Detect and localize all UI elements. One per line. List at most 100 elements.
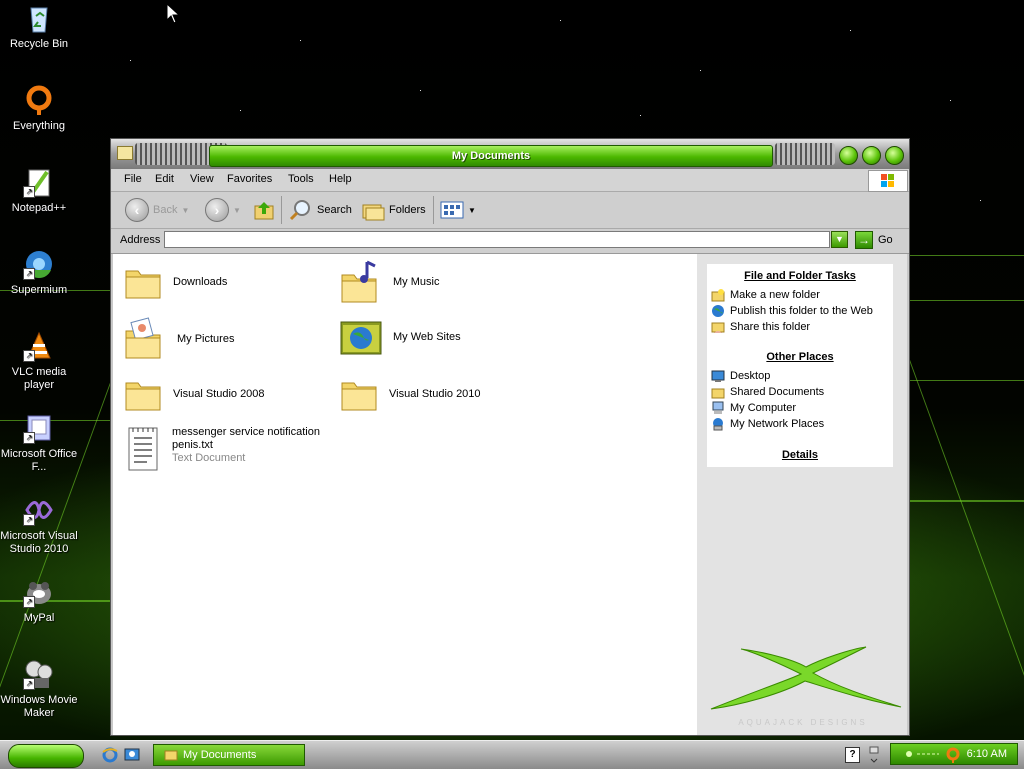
go-arrow-icon[interactable]: → (855, 231, 873, 249)
task-make-new-folder[interactable]: Make a new folder (711, 288, 820, 302)
menu-view[interactable]: View (190, 173, 214, 185)
item-name: My Web Sites (393, 330, 461, 343)
maximize-button[interactable] (862, 146, 881, 165)
item-name: Visual Studio 2010 (389, 387, 481, 400)
folder-icon (117, 146, 133, 160)
details-heading[interactable]: Details (707, 449, 893, 461)
folders-label: Folders (389, 204, 426, 216)
folder-icon (341, 382, 377, 411)
show-desktop-icon[interactable] (124, 747, 140, 763)
folder-icon (125, 270, 161, 299)
address-bar: Address ▼ → Go (111, 229, 909, 254)
desktop-icon-label: Everything (13, 120, 65, 132)
close-button[interactable] (885, 146, 904, 165)
address-input[interactable] (164, 231, 830, 248)
folder-icon (164, 750, 178, 761)
desktop-icon-label: Microsoft Office F... (0, 448, 78, 473)
shortcut-arrow-icon: ↗ (23, 678, 35, 690)
list-item[interactable]: Visual Studio 2010 (339, 374, 481, 414)
place-my-computer[interactable]: My Computer (711, 401, 796, 415)
place-label: Shared Documents (730, 386, 825, 398)
visual-studio-icon: ↗ (23, 494, 55, 526)
desktop-icon-label: Supermium (10, 284, 68, 296)
shortcut-arrow-icon: ↗ (23, 268, 35, 280)
menu-help[interactable]: Help (329, 173, 352, 185)
menu-file[interactable]: File (124, 173, 142, 185)
desktop-icon-visual-studio[interactable]: ↗ Microsoft Visual Studio 2010 (0, 494, 78, 556)
menu-bar: File Edit View Favorites Tools Help (111, 169, 909, 192)
menu-favorites[interactable]: Favorites (227, 173, 272, 185)
place-desktop[interactable]: Desktop (711, 369, 770, 383)
forward-arrow-icon: › (205, 198, 229, 222)
tray-icons[interactable] (903, 748, 943, 760)
everything-tray-icon[interactable] (945, 747, 961, 763)
desktop-icon-office[interactable]: ↗ Microsoft Office F... (0, 412, 78, 474)
notepadpp-icon: ↗ (23, 166, 55, 198)
star (130, 60, 131, 61)
clock[interactable]: 6:10 AM (967, 748, 1007, 760)
search-button[interactable]: Search (289, 198, 352, 222)
title-bar[interactable]: My Documents (111, 139, 909, 169)
list-item[interactable]: My Pictures (123, 316, 234, 362)
forward-button[interactable]: › ▼ (205, 198, 241, 222)
folders-button[interactable]: Folders (361, 198, 426, 222)
desktop-icon-label: Microsoft Visual Studio 2010 (0, 530, 78, 555)
desktop-icon-recycle-bin[interactable]: Recycle Bin (0, 2, 78, 51)
toolbar-separator (433, 196, 434, 224)
list-item[interactable]: Visual Studio 2008 (123, 374, 265, 414)
help-icon[interactable]: ? (845, 747, 860, 763)
desktop-icon-vlc[interactable]: ↗ VLC media player (0, 330, 78, 392)
list-item[interactable]: messenger service notification penis.txt… (125, 426, 322, 472)
window-title: My Documents (209, 145, 773, 167)
chevron-down-icon: ▼ (468, 205, 476, 215)
publish-web-icon (712, 305, 724, 317)
menu-tools[interactable]: Tools (288, 173, 314, 185)
recycle-bin-icon (23, 2, 55, 34)
taskbar-button-my-documents[interactable]: My Documents (153, 744, 305, 766)
other-places-heading[interactable]: Other Places (707, 351, 893, 363)
file-folder-tasks-heading[interactable]: File and Folder Tasks (707, 270, 893, 282)
back-button[interactable]: ‹ Back ▼ (125, 198, 189, 222)
star (850, 30, 851, 31)
system-tray: 6:10 AM (890, 743, 1018, 765)
desktop-icon-notepadpp[interactable]: ↗ Notepad++ (0, 166, 78, 215)
desktop-icon-supermium[interactable]: ↗ Supermium (0, 248, 78, 297)
place-label: My Network Places (730, 418, 825, 430)
network-places-icon (713, 418, 723, 431)
back-arrow-icon: ‹ (125, 198, 149, 222)
star (640, 115, 641, 116)
internet-explorer-icon[interactable] (102, 747, 118, 763)
place-network-places[interactable]: My Network Places (711, 417, 824, 431)
up-folder-button[interactable] (253, 198, 275, 222)
go-button[interactable]: Go (878, 234, 893, 246)
list-item[interactable]: Downloads (123, 262, 227, 302)
place-shared-documents[interactable]: Shared Documents (711, 385, 824, 399)
list-item[interactable]: My Web Sites (339, 316, 461, 358)
star (950, 100, 951, 101)
desktop-icon-mypal[interactable]: ↗ MyPal (0, 576, 78, 625)
mypal-icon: ↗ (23, 576, 55, 608)
task-share-folder[interactable]: Share this folder (711, 320, 810, 334)
xbox-logo-icon: AQUAJACK DESIGNS (710, 646, 902, 727)
star (300, 40, 301, 41)
minimize-button[interactable] (839, 146, 858, 165)
shortcut-arrow-icon: ↗ (23, 596, 35, 608)
start-button[interactable] (8, 744, 84, 768)
desktop-icon-movie-maker[interactable]: ↗ Windows Movie Maker (0, 658, 78, 720)
folder-icon (125, 382, 161, 411)
desktop-icon-everything[interactable]: Everything (0, 84, 78, 133)
shortcut-arrow-icon: ↗ (23, 186, 35, 198)
share-folder-icon (711, 322, 725, 333)
list-item[interactable]: My Music (339, 258, 439, 306)
chevron-down-icon: ▼ (233, 205, 241, 215)
menu-edit[interactable]: Edit (155, 173, 174, 185)
office-icon: ↗ (23, 412, 55, 444)
task-publish-web[interactable]: Publish this folder to the Web (711, 304, 873, 318)
shortcut-arrow-icon: ↗ (23, 514, 35, 526)
music-folder-icon (341, 260, 377, 303)
mouse-cursor-icon (166, 3, 181, 24)
file-list: Downloads My Music My Pictures My Web Si… (113, 254, 697, 735)
tray-expand-icon[interactable] (868, 745, 880, 765)
address-dropdown-button[interactable]: ▼ (831, 231, 848, 248)
views-button[interactable]: ▼ (440, 198, 476, 222)
